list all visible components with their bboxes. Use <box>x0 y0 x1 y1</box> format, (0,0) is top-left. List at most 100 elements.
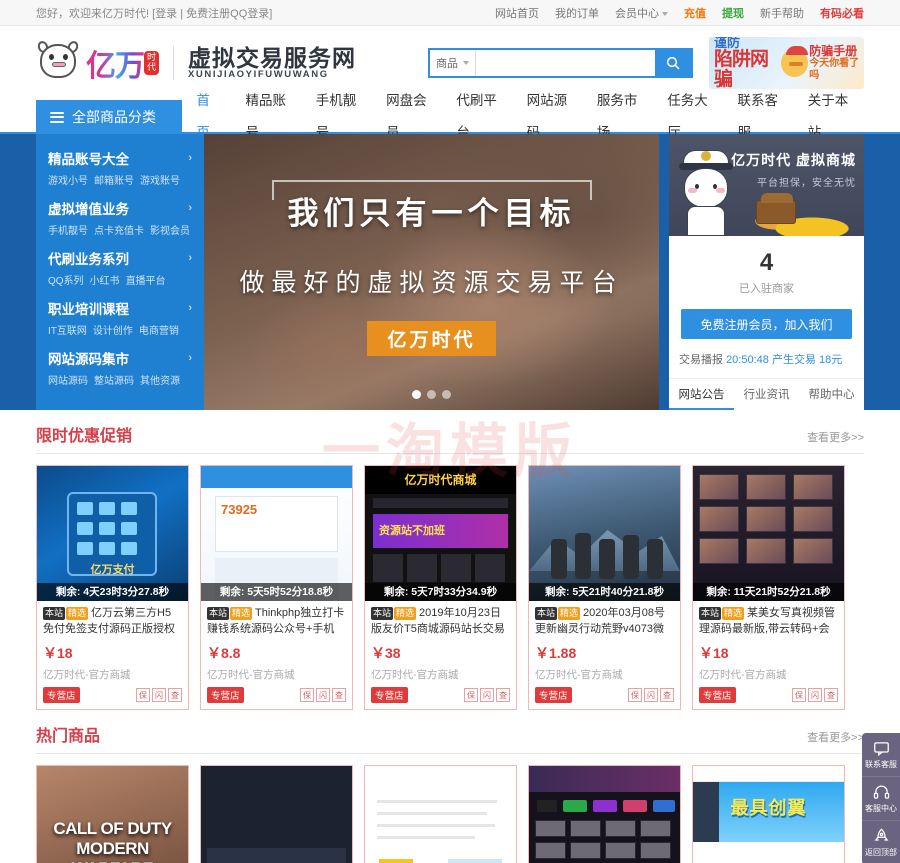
product-card[interactable] <box>364 765 517 863</box>
product-thumbnail[interactable]: 亿万支付 剩余: 4天23时3分27.8秒 <box>37 466 188 601</box>
section-title: 限时优惠促销 <box>36 428 133 445</box>
product-shop-name[interactable]: 亿万时代-官方商城 <box>43 667 182 682</box>
product-mini-icons: 保 闪 查 <box>792 688 838 702</box>
product-thumbnail[interactable]: 剩余: 11天21时52分21.8秒 <box>693 466 844 601</box>
hero-banner[interactable]: 我们只有一个目标 做最好的虚拟资源交易平台 亿万时代 <box>204 134 659 410</box>
tag-site: 本站 <box>207 607 230 621</box>
sidebar-sub-link[interactable]: 手机靓号 <box>48 222 88 237</box>
sidebar-sub-link[interactable]: 游戏账号 <box>140 172 180 187</box>
sidebar-sub-link[interactable]: 设计创作 <box>93 322 133 337</box>
promo-brand: 亿万时代 虚拟商城 <box>731 152 856 168</box>
product-thumbnail[interactable]: 剩余: 5天21时40分21.8秒 <box>529 466 680 601</box>
all-categories-button[interactable]: 全部商品分类 <box>36 100 183 134</box>
rocket-icon <box>874 828 888 841</box>
topbar-link-orders[interactable]: 我的订单 <box>555 5 599 21</box>
product-card[interactable]: 亿万支付 剩余: 4天23时3分27.8秒 本站 精选 亿万云第三方H5免付免签支付… <box>36 465 189 710</box>
sidebar-sub-link[interactable]: 其他资源 <box>140 372 180 387</box>
product-card[interactable]: CALL OF DUTY MODERN WARFARE <box>36 765 189 863</box>
sidebar-group-premium-accounts[interactable]: 精品账号大全 › 游戏小号 邮箱账号 游戏账号 <box>36 142 204 192</box>
product-price: ￥18 <box>699 645 729 661</box>
product-title[interactable]: 本站精选某美女写真视频管理源码最新版,带云转码+会员VIP系 <box>699 606 838 638</box>
product-card[interactable]: 亿万时代商城 资源站不加班 剩余: 5天7时33分34.9秒 本站 精选 2019年… <box>364 465 517 710</box>
search-category-select[interactable]: 商品 <box>430 50 476 76</box>
product-thumbnail[interactable]: 亿万时代商城 资源站不加班 剩余: 5天7时33分34.9秒 <box>365 466 516 601</box>
instant-icon: 闪 <box>644 688 658 702</box>
tag-featured: 精选 <box>722 607 745 621</box>
welcome-text: 您好，欢迎来亿万时代! [登录 | 免费注册QQ登录] <box>36 5 272 21</box>
product-card[interactable]: 剩余: 11天21时52分21.8秒 本站 精选 某美女写真视频管理源码最新版,带云… <box>692 465 845 710</box>
dock-back-to-top[interactable]: 返回顶部 <box>862 821 900 863</box>
product-price: ￥8.8 <box>207 645 241 661</box>
verified-icon: 查 <box>824 688 838 702</box>
topbar-link-recharge[interactable]: 充值 <box>684 5 706 21</box>
sidebar-sub-link[interactable]: QQ系列 <box>48 272 84 287</box>
product-card[interactable]: 剩余: 5天21时40分21.8秒 本站 精选 2020年03月08号更新幽灵行动荒… <box>528 465 681 710</box>
sidebar-sub-link[interactable]: 游戏小号 <box>48 172 88 187</box>
tag-site: 本站 <box>43 607 66 621</box>
section-flash-sale: 限时优惠促销 查看更多>> 亿万支付 剩余: 4天23时3分27.8秒 本站 精选… <box>36 422 864 710</box>
product-title[interactable]: 本站精选2019年10月23日版友价T5商城源码站长交易系统15套 <box>371 606 510 638</box>
tab-announcements[interactable]: 网站公告 <box>669 379 734 410</box>
sidebar-sub-link[interactable]: 影视会员 <box>150 222 190 237</box>
sidebar-group-virtual-services[interactable]: 虚拟增值业务 › 手机靓号 点卡充值卡 影视会员 <box>36 192 204 242</box>
search-input[interactable] <box>476 50 655 76</box>
tab-industry-news[interactable]: 行业资讯 <box>734 379 799 410</box>
product-card[interactable] <box>528 765 681 863</box>
countdown-timer: 剩余: 4天23时3分27.8秒 <box>37 583 188 601</box>
product-thumbnail[interactable] <box>201 766 352 863</box>
product-card[interactable] <box>200 765 353 863</box>
product-card[interactable]: 73925 剩余: 5天5时52分18.8秒 本站 精选 Thinkphp独立打卡赚… <box>200 465 353 710</box>
product-shop-name[interactable]: 亿万时代-官方商城 <box>371 667 510 682</box>
topbar-link-withdraw[interactable]: 提现 <box>722 5 744 21</box>
top-bar-links: 网站首页 我的订单 会员中心 充值 提现 新手帮助 有码必看 <box>495 5 864 21</box>
sidebar-sub-link[interactable]: IT互联网 <box>48 322 87 337</box>
register-member-button[interactable]: 免费注册会员，加入我们 <box>681 309 852 339</box>
ticker-text: 产生交易 18元 <box>771 354 843 366</box>
site-logo[interactable]: 亿万 时代 虚拟交易服务网 XUNIJIAOYIFUWUWANG <box>35 39 356 85</box>
product-title[interactable]: 本站精选亿万云第三方H5免付免签支付源码正版授权的系统 <box>43 606 182 638</box>
tab-help-center[interactable]: 帮助中心 <box>799 379 864 410</box>
topbar-link-newbie-help[interactable]: 新手帮助 <box>760 5 804 21</box>
sidebar-sub-link[interactable]: 邮箱账号 <box>94 172 134 187</box>
product-title[interactable]: 本站精选Thinkphp独立打卡赚钱系统源码公众号+手机wap登 <box>207 606 346 638</box>
sidebar-sub-link[interactable]: 网站源码 <box>48 372 88 387</box>
chevron-right-icon: › <box>188 302 192 314</box>
verified-icon: 查 <box>660 688 674 702</box>
sidebar-group-boost-services[interactable]: 代刷业务系列 › QQ系列 小红书 直播平台 <box>36 242 204 292</box>
sidebar-sub-link[interactable]: 电商营销 <box>139 322 179 337</box>
section-more-link[interactable]: 查看更多>> <box>807 429 864 445</box>
product-thumbnail[interactable] <box>365 766 516 863</box>
product-thumbnail[interactable]: 最具创翼 <box>693 766 844 863</box>
sidebar-sub-link[interactable]: 直播平台 <box>126 272 166 287</box>
dock-contact-support[interactable]: 联系客服 <box>862 733 900 777</box>
product-shop-name[interactable]: 亿万时代-官方商城 <box>207 667 346 682</box>
anti-fraud-banner[interactable]: 谨防 陷阱网骗 防骗手册 今天你看了吗 <box>709 37 864 89</box>
dock-service-center[interactable]: 客服中心 <box>862 777 900 821</box>
topbar-link-home[interactable]: 网站首页 <box>495 5 539 21</box>
product-card[interactable]: 最具创翼 <box>692 765 845 863</box>
section-more-link[interactable]: 查看更多>> <box>807 729 864 745</box>
topbar-link-must-read[interactable]: 有码必看 <box>820 5 864 21</box>
sidebar-group-training-courses[interactable]: 职业培训课程 › IT互联网 设计创作 电商营销 <box>36 292 204 342</box>
sidebar-sub-link[interactable]: 小红书 <box>90 272 120 287</box>
hero-tag: 亿万时代 <box>367 321 496 356</box>
thumb-caption: 最具创翼 <box>730 798 807 818</box>
sidebar-group-source-market[interactable]: 网站源码集市 › 网站源码 整站源码 其他资源 <box>36 342 204 392</box>
product-shop-name[interactable]: 亿万时代-官方商城 <box>535 667 674 682</box>
product-thumbnail[interactable]: 73925 剩余: 5天5时52分18.8秒 <box>201 466 352 601</box>
product-thumbnail[interactable]: CALL OF DUTY MODERN WARFARE <box>37 766 188 863</box>
search-button[interactable] <box>655 50 691 76</box>
merchant-promo-card: 亿万时代 虚拟商城 平台担保，安全无忧 4 已入驻商家 免费注册会员，加入我们 … <box>669 134 864 410</box>
sidebar-group-title: 精品账号大全 <box>48 152 129 167</box>
product-shop-name[interactable]: 亿万时代-官方商城 <box>699 667 838 682</box>
chevron-right-icon: › <box>188 202 192 214</box>
sidebar-sub-link[interactable]: 点卡充值卡 <box>94 222 144 237</box>
login-register-link[interactable]: [登录 | 免费注册QQ登录] <box>152 8 272 20</box>
sidebar-sub-link[interactable]: 整站源码 <box>94 372 134 387</box>
logo-badge: 时代 <box>144 51 159 75</box>
product-thumbnail[interactable] <box>529 766 680 863</box>
hero-pagination-dots[interactable] <box>204 388 659 402</box>
topbar-link-member-center[interactable]: 会员中心 <box>615 5 668 21</box>
product-title[interactable]: 本站精选2020年03月08号更新幽灵行动荒野v4073微官方原声 <box>535 606 674 638</box>
instant-icon: 闪 <box>480 688 494 702</box>
